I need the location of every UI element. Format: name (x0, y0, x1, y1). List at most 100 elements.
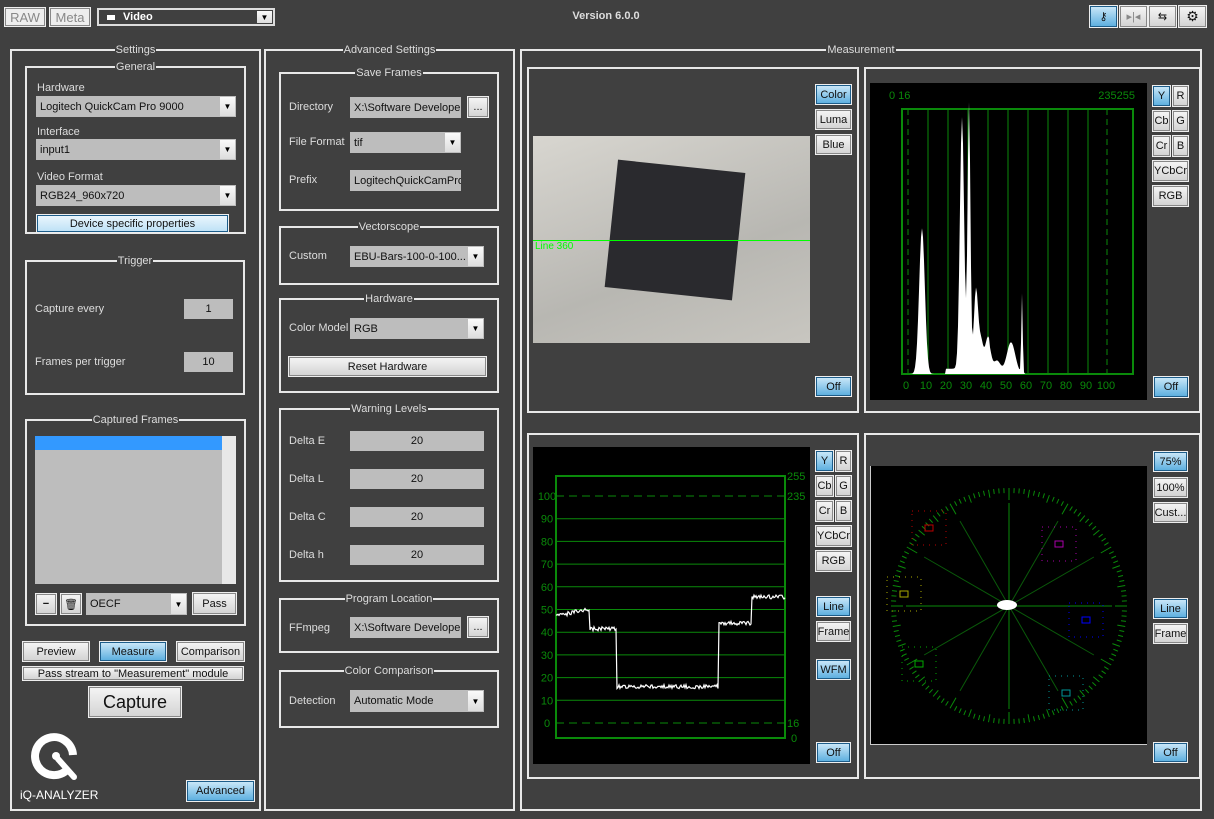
vectorscope-tick (1085, 689, 1088, 693)
raw-button[interactable]: RAW (5, 8, 45, 26)
channel-button-y[interactable]: Y (1153, 86, 1170, 106)
measure-button[interactable]: Measure (100, 642, 166, 661)
channel-button-cr[interactable]: Cr (1153, 136, 1170, 156)
captured-frames-list[interactable] (35, 436, 236, 584)
vectorscope-tick (1118, 575, 1123, 576)
hardware-value: Logitech QuickCam Pro 9000 (40, 101, 184, 113)
vectorscope-tick (1089, 686, 1093, 690)
scale-75-button[interactable]: 75% (1154, 452, 1187, 471)
chevron-down-icon: ▼ (445, 133, 460, 152)
warning-level-input[interactable]: 20 (350, 431, 484, 451)
interface-value: input1 (40, 144, 70, 156)
histogram-tick-label: 10 (920, 380, 932, 392)
vectorscope-tick (1038, 492, 1039, 497)
waveform-right-tick-label: 0 (791, 733, 797, 745)
channel-button-g[interactable]: G (836, 476, 851, 496)
scale-custom-button[interactable]: Cust... (1154, 503, 1187, 522)
luma-button[interactable]: Luma (816, 110, 851, 129)
key-icon: ⚷ (1099, 10, 1107, 23)
histogram-off-button[interactable]: Off (1154, 377, 1188, 397)
advanced-button[interactable]: Advanced (187, 781, 254, 801)
channel-button-b[interactable]: B (1173, 136, 1188, 156)
chart-type-select[interactable]: OECF ▼ (86, 593, 187, 615)
channel-button-ycbcr[interactable]: YCbCr (816, 526, 851, 546)
comparison-button[interactable]: Comparison (177, 642, 244, 661)
vectorscope-tick (1113, 561, 1118, 563)
hardware-select[interactable]: Logitech QuickCam Pro 9000 ▼ (36, 96, 236, 117)
key-button[interactable]: ⚷ (1090, 6, 1117, 27)
vectorscope-tick (1061, 501, 1063, 505)
scale-100-button[interactable]: 100% (1154, 478, 1187, 497)
vectorscope-off-button[interactable]: Off (1154, 743, 1187, 762)
channel-button-g[interactable]: G (1173, 111, 1188, 131)
channel-button-cb[interactable]: Cb (816, 476, 833, 496)
interface-select[interactable]: input1 ▼ (36, 139, 236, 160)
vectorscope-tick (1061, 706, 1063, 710)
color-model-select[interactable]: RGB ▼ (350, 318, 484, 339)
vectorscope-tick (1089, 523, 1093, 527)
vectorscope-line-button[interactable]: Line (1154, 599, 1187, 618)
scrollbar[interactable] (222, 436, 236, 584)
mode-select[interactable]: Video ▼ (97, 8, 275, 26)
delete-button[interactable]: 🗑 (61, 594, 81, 614)
capture-every-input[interactable]: 1 (184, 299, 233, 319)
channel-button-ycbcr[interactable]: YCbCr (1153, 161, 1188, 181)
vectorscope-tick (969, 709, 972, 717)
vectorscope-tick (1092, 682, 1096, 685)
vectorscope-tick (1119, 580, 1124, 581)
pass-button[interactable]: Pass (193, 593, 236, 614)
meta-button[interactable]: Meta (50, 8, 90, 26)
channel-button-b[interactable]: B (836, 501, 851, 521)
vectorscope-tick (1102, 671, 1106, 674)
directory-input[interactable]: X:\Software Develope (350, 97, 461, 118)
device-properties-button[interactable]: Device specific properties (37, 215, 228, 232)
vectorscope-tick (926, 523, 930, 527)
vectorscope-tick (1111, 556, 1116, 558)
list-item-selected[interactable] (35, 436, 222, 450)
vectorscope-tick (1028, 490, 1029, 498)
settings-button[interactable]: ⚙ (1179, 6, 1206, 27)
warning-level-input[interactable]: 20 (350, 507, 484, 527)
vectorscope-tick (1117, 586, 1125, 587)
channel-button-r[interactable]: R (836, 451, 851, 471)
video-format-select[interactable]: RGB24_960x720 ▼ (36, 185, 236, 206)
warning-level-label: Delta h (289, 549, 324, 561)
split-button[interactable]: ▸|◂ (1120, 6, 1147, 27)
vectorscope-frame-button[interactable]: Frame (1154, 624, 1187, 643)
reset-hardware-button[interactable]: Reset Hardware (289, 357, 486, 376)
camera-off-button[interactable]: Off (816, 377, 851, 396)
channel-button-rgb[interactable]: RGB (816, 551, 851, 571)
browse-directory-button[interactable]: ... (468, 97, 488, 117)
wfm-button[interactable]: WFM (817, 660, 850, 679)
channel-button-rgb[interactable]: RGB (1153, 186, 1188, 206)
capture-button[interactable]: Capture (89, 687, 181, 717)
channel-button-cr[interactable]: Cr (816, 501, 833, 521)
color-button[interactable]: Color (816, 85, 851, 104)
detection-select[interactable]: Automatic Mode ▼ (350, 690, 484, 712)
blue-button[interactable]: Blue (816, 135, 851, 154)
vectorscope-tick (1119, 630, 1124, 631)
warning-level-input[interactable]: 20 (350, 545, 484, 565)
warning-level-input[interactable]: 20 (350, 469, 484, 489)
waveform-line-button[interactable]: Line (817, 597, 850, 616)
file-format-select[interactable]: tif ▼ (350, 132, 461, 153)
pass-stream-button[interactable]: Pass stream to "Measurement" module (23, 667, 243, 680)
swap-button[interactable]: ⇆ (1149, 6, 1176, 27)
frames-per-trigger-input[interactable]: 10 (184, 352, 233, 372)
vectorscope-select[interactable]: EBU-Bars-100-0-100... ▼ (350, 246, 484, 267)
waveform-off-button[interactable]: Off (817, 743, 850, 762)
channel-button-r[interactable]: R (1173, 86, 1188, 106)
waveform-frame-button[interactable]: Frame (817, 622, 850, 641)
remove-button[interactable]: − (36, 594, 56, 614)
preview-button[interactable]: Preview (23, 642, 89, 661)
channel-button-y[interactable]: Y (816, 451, 833, 471)
prefix-input[interactable]: LogitechQuickCamPro9 (350, 170, 461, 191)
vectorscope-tick (1024, 489, 1025, 494)
capture-every-label: Capture every (35, 303, 104, 315)
iq-analyzer-logo (30, 731, 82, 783)
browse-ffmpeg-button[interactable]: ... (468, 617, 488, 637)
vectorscope-tick (1104, 667, 1108, 670)
channel-button-cb[interactable]: Cb (1153, 111, 1170, 131)
ffmpeg-path-input[interactable]: X:\Software Develope (350, 617, 461, 638)
vectorscope-tick (964, 497, 966, 502)
